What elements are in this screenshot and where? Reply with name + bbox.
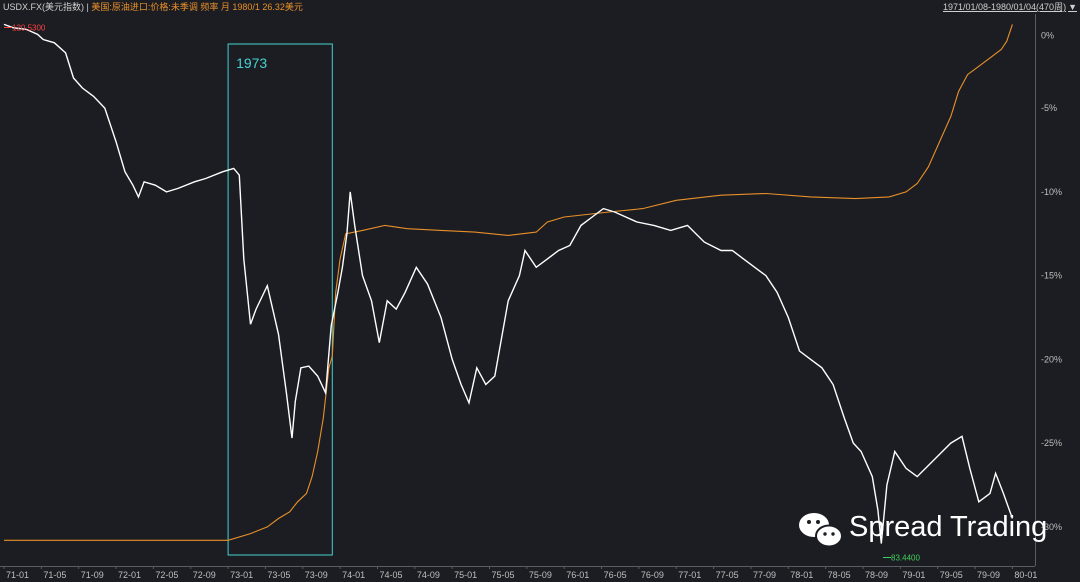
x-tick-label: 79-09 bbox=[977, 570, 1000, 580]
x-tick-label: 80-01 bbox=[1014, 570, 1037, 580]
highlight-box-label: 1973 bbox=[236, 55, 267, 71]
x-tick-label: 75-05 bbox=[492, 570, 515, 580]
y-tick-label: -10% bbox=[1041, 187, 1062, 197]
x-tick-label: 79-01 bbox=[902, 570, 925, 580]
x-tick-label: 72-01 bbox=[118, 570, 141, 580]
x-tick-label: 72-05 bbox=[155, 570, 178, 580]
x-tick-label: 71-05 bbox=[43, 570, 66, 580]
x-tick-label: 74-05 bbox=[379, 570, 402, 580]
x-tick-label: 78-05 bbox=[828, 570, 851, 580]
y-tick-label: -15% bbox=[1041, 271, 1062, 281]
max-value-label: 120.5300 bbox=[12, 24, 46, 33]
x-tick-label: 78-09 bbox=[865, 570, 888, 580]
x-tick-label: 71-01 bbox=[6, 570, 29, 580]
x-tick-label: 77-09 bbox=[753, 570, 776, 580]
y-tick-label: -5% bbox=[1041, 103, 1057, 113]
x-tick-label: 76-01 bbox=[566, 570, 589, 580]
x-tick-label: 78-01 bbox=[790, 570, 813, 580]
chart-header: USDX.FX(美元指数) | 美国:原油进口:价格:未季调 频率 月 1980… bbox=[0, 0, 1080, 14]
x-tick-label: 72-09 bbox=[193, 570, 216, 580]
x-tick-label: 71-09 bbox=[81, 570, 104, 580]
min-value-label: 83.4400 bbox=[891, 554, 920, 563]
legend-oil-price: 美国:原油进口:价格:未季调 频率 月 1980/1 26.32美元 bbox=[91, 2, 303, 12]
chart-background bbox=[0, 0, 1080, 582]
x-tick-label: 76-05 bbox=[604, 570, 627, 580]
x-tick-label: 74-01 bbox=[342, 570, 365, 580]
series-legend: USDX.FX(美元指数) | 美国:原油进口:价格:未季调 频率 月 1980… bbox=[3, 0, 303, 14]
x-tick-label: 79-05 bbox=[940, 570, 963, 580]
y-tick-label: -25% bbox=[1041, 438, 1062, 448]
watermark: Spread Trading bbox=[797, 507, 1057, 553]
x-tick-label: 76-09 bbox=[641, 570, 664, 580]
x-tick-label: 74-09 bbox=[417, 570, 440, 580]
date-range-text: 1971/01/08-1980/01/04(470周) bbox=[942, 2, 1067, 12]
watermark-text: Spread Trading bbox=[849, 511, 1048, 543]
x-tick-label: 75-09 bbox=[529, 570, 552, 580]
wechat-icon bbox=[799, 513, 843, 548]
line-chart: 1973 71-01 71-05 71-09 72-01 72-05 72-09 73-01… bbox=[0, 0, 1080, 582]
date-range-selector[interactable]: 1971/01/08-1980/01/04(470周) ▼ bbox=[943, 0, 1077, 14]
x-tick-label: 77-05 bbox=[716, 570, 739, 580]
legend-usdx: USDX.FX(美元指数) | bbox=[3, 2, 89, 12]
x-tick-label: 73-05 bbox=[267, 570, 290, 580]
y-tick-label: 0% bbox=[1041, 30, 1054, 40]
x-tick-label: 73-09 bbox=[305, 570, 328, 580]
x-tick-label: 75-01 bbox=[454, 570, 477, 580]
x-tick-label: 73-01 bbox=[230, 570, 253, 580]
y-tick-label: -20% bbox=[1041, 354, 1062, 364]
x-tick-label: 77-01 bbox=[678, 570, 701, 580]
triangle-down-icon[interactable]: ▼ bbox=[1068, 2, 1077, 12]
